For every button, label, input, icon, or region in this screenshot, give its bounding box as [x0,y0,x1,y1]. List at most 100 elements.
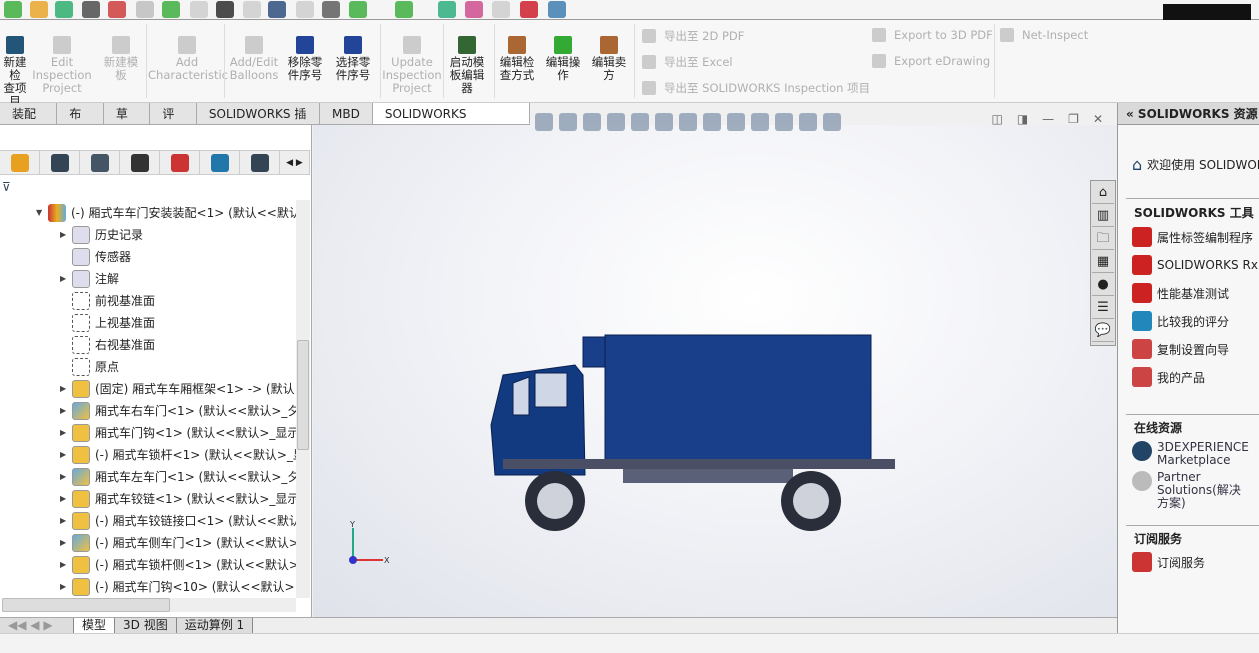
expand-arrow-icon[interactable]: ▶ [60,224,72,246]
tree-item[interactable]: ▶ 注解 [60,268,119,290]
view-tool-icon[interactable] [703,113,721,131]
view-tool-icon[interactable] [655,113,673,131]
toolbar-icon[interactable] [520,1,538,18]
file-explorer-tab-icon[interactable]: 🗀 [1092,228,1114,250]
tool-link[interactable]: 我的产品 [1132,367,1205,387]
toolbar-icon[interactable] [492,1,510,18]
toolbar-icon[interactable] [136,1,154,18]
export-button[interactable]: Export eDrawing [872,54,990,68]
export-button[interactable]: Export to 3D PDF [872,28,993,42]
ribbon-button[interactable]: 选择零 件序号 [330,36,376,82]
tab-3[interactable]: 评估 [150,103,197,143]
tab-5[interactable]: MBD [320,103,373,124]
panel-tab[interactable] [240,151,280,174]
view-tool-icon[interactable] [775,113,793,131]
expand-arrow-icon[interactable]: ▶ [60,378,72,400]
panel-tab[interactable] [160,151,200,174]
tree-item[interactable]: ▶ (固定) 厢式车车厢框架<1> -> (默认 [60,378,295,400]
tool-link[interactable]: 属性标签编制程序 [1132,227,1253,247]
tab-2[interactable]: 草图 [104,103,151,143]
panel-tab[interactable] [120,151,160,174]
truck-model[interactable] [483,325,903,565]
graphics-viewport[interactable]: Y X ◫ ◨ — ❐ ✕ [313,112,1117,617]
tab-6[interactable]: SOLIDWORKS Inspection [372,103,531,143]
view-tool-icon[interactable] [679,113,697,131]
bottom-tab-0[interactable]: 模型 [74,618,116,633]
view-tool-icon[interactable] [799,113,817,131]
toolbar-icon[interactable] [190,1,208,18]
toolbar-icon[interactable] [548,1,566,18]
view-tool-icon[interactable] [607,113,625,131]
ribbon-button[interactable]: Edit Inspection Project [32,36,92,95]
toolbar-icon[interactable] [243,1,261,18]
ribbon-button[interactable]: 新建模 板 [95,36,147,82]
toolbar-icon[interactable] [349,1,367,18]
view-tool-icon[interactable] [535,113,553,131]
expand-arrow-icon[interactable]: ▶ [60,422,72,444]
tab-0[interactable]: 装配体 [0,103,58,143]
ribbon-button[interactable]: 编辑卖 方 [586,36,632,82]
toolbar-icon[interactable] [268,1,286,18]
tree-item[interactable]: 传感器 [60,246,131,268]
expand-arrow-icon[interactable]: ▶ [60,488,72,510]
tree-item[interactable]: 前视基准面 [60,290,155,312]
expand-arrow-icon[interactable]: ▶ [60,466,72,488]
export-button[interactable]: Net-Inspect [1000,28,1088,42]
panel-tab[interactable] [0,151,40,174]
expand-arrow-icon[interactable]: ▶ [60,532,72,554]
tool-link[interactable]: 性能基准测试 [1132,283,1229,303]
tree-horizontal-scrollbar[interactable] [2,598,296,612]
nav-arrows[interactable]: ◀◀ ◀ ▶ ▶▶ [0,618,74,647]
toolbar-icon[interactable] [322,1,340,18]
toolbar-icon[interactable] [4,1,22,18]
bottom-tab-1[interactable]: 3D 视图 [115,618,177,633]
toolbar-icon[interactable] [108,1,126,18]
tree-item[interactable]: ▶ 厢式车铰链<1> (默认<<默认>_显示 [60,488,299,510]
panel-tab[interactable] [200,151,240,174]
ribbon-button[interactable]: 启动模 板编辑 器 [444,36,490,95]
ribbon-button[interactable]: 移除零 件序号 [282,36,328,82]
tree-vertical-scrollbar[interactable] [296,200,310,598]
export-button[interactable]: 导出至 2D PDF [642,28,744,44]
tree-item[interactable]: 原点 [60,356,119,378]
resources-title[interactable]: « SOLIDWORKS 资源 [1118,103,1259,125]
online-link[interactable]: Partner Solutions(解决 方案) [1132,471,1259,510]
expand-arrow-icon[interactable]: ▶ [60,400,72,422]
ribbon-button[interactable]: Add Characteristic [148,36,228,82]
bottom-tab-2[interactable]: 运动算例 1 [176,618,254,633]
view-tool-icon[interactable] [631,113,649,131]
panel-tab[interactable] [40,151,80,174]
expand-arrow-icon[interactable]: ▶ [60,268,72,290]
tab-1[interactable]: 布局 [57,103,104,143]
tool-link[interactable]: 复制设置向导 [1132,339,1229,359]
tab-4[interactable]: SOLIDWORKS 插件 [197,103,321,143]
toolbar-icon[interactable] [55,1,73,18]
toolbar-icon[interactable] [216,1,234,18]
tree-item[interactable]: ▶ 厢式车左车门<1> (默认<<默认>_夕 [60,466,299,488]
tree-root-assembly[interactable]: ▼ (-) 厢式车车门安装装配<1> (默认<<默认 [36,202,301,224]
forum-tab-icon[interactable]: 💬 [1092,320,1114,342]
view-tool-icon[interactable] [559,113,577,131]
export-button[interactable]: 导出至 Excel [642,54,733,70]
tree-item[interactable]: ▶ 历史记录 [60,224,143,246]
tool-link[interactable]: 比较我的评分 [1132,311,1229,331]
online-link[interactable]: 3DEXPERIENCE Marketplace [1132,441,1249,467]
view-tool-icon[interactable] [727,113,745,131]
tree-item[interactable]: ▶ (-) 厢式车锁杆<1> (默认<<默认>_显 [60,444,305,466]
view-tool-icon[interactable] [751,113,769,131]
tree-item[interactable]: ▶ (-) 厢式车锁杆侧<1> (默认<<默认> [60,554,299,576]
tree-item[interactable]: ▶ (-) 厢式车门钩<10> (默认<<默认> [60,576,295,598]
view-tool-icon[interactable] [583,113,601,131]
expand-arrow-icon[interactable]: ▶ [60,576,72,598]
toolbar-icon[interactable] [296,1,314,18]
tree-item[interactable]: ▶ (-) 厢式车铰链接口<1> (默认<<默认 [60,510,301,532]
toolbar-icon[interactable] [438,1,456,18]
tree-item[interactable]: ▶ 厢式车右车门<1> (默认<<默认>_夕 [60,400,299,422]
toolbar-icon[interactable] [162,1,180,18]
expand-arrow-icon[interactable]: ▶ [60,554,72,576]
view-tool-icon[interactable] [823,113,841,131]
export-button[interactable]: 导出至 SOLIDWORKS Inspection 项目 [642,80,870,96]
collapse-arrow-icon[interactable]: ▼ [36,202,48,224]
panel-tab[interactable] [80,151,120,174]
custom-properties-tab-icon[interactable]: ☰ [1092,297,1114,319]
